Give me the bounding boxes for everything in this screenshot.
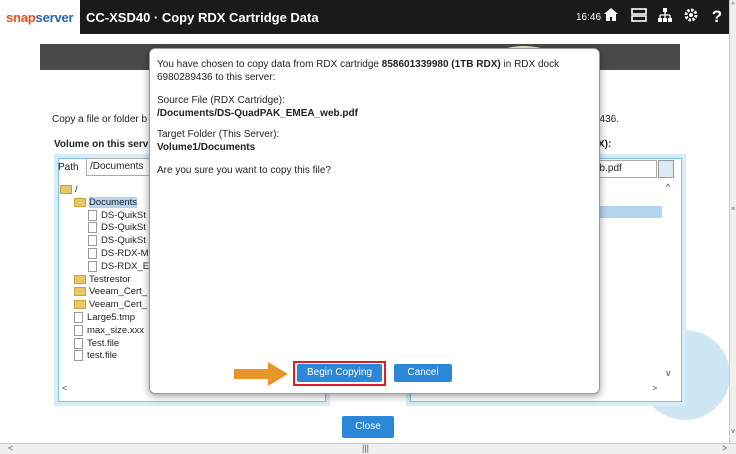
scroll-left-icon[interactable]: < (62, 383, 67, 393)
tree-file[interactable]: DS-RDX-M (60, 248, 149, 261)
rdx-path-input[interactable]: eb.pdf (590, 160, 657, 178)
tree-folder[interactable]: Veeam_Cert_ (60, 286, 149, 299)
selected-row[interactable] (600, 206, 662, 218)
brand-part2: server (35, 10, 74, 25)
file-icon (74, 312, 83, 324)
scroll-grip-icon[interactable]: ≡ (730, 206, 736, 213)
scroll-down-icon[interactable]: v (730, 428, 736, 435)
file-tree[interactable]: / Documents DS-QuikSt DS-QuikSt DS-QuikSt DS-… (60, 184, 149, 363)
tree-folder[interactable]: Veeam_Cert_ (60, 299, 149, 312)
brand-part1: snap (6, 10, 36, 25)
scroll-left-icon[interactable]: < (8, 443, 13, 453)
gear-icon[interactable] (680, 6, 702, 28)
storage-icon[interactable] (628, 6, 650, 28)
page-title: CC-XSD40 · Copy RDX Cartridge Data (86, 10, 319, 25)
intro-text: Copy a file or folder b (52, 114, 148, 125)
tree-item-label: DS-QuikSt (101, 222, 146, 234)
target-label: Target Folder (This Server): (157, 129, 280, 140)
confirm-question: Are you sure you want to copy this file? (157, 165, 331, 176)
cancel-button[interactable]: Cancel (394, 364, 452, 382)
close-button[interactable]: Close (342, 416, 394, 438)
file-icon (88, 235, 97, 247)
dialog-message: You have chosen to copy data from RDX ca… (157, 59, 587, 84)
tree-item-label: DS-QuikSt (101, 235, 146, 247)
source-label: Source File (RDX Cartridge): (157, 95, 285, 106)
vertical-scrollbar[interactable]: ^ ≡ v (729, 0, 736, 448)
source-section: Source File (RDX Cartridge): /Documents/… (157, 95, 587, 120)
file-icon (74, 337, 83, 349)
tree-file[interactable]: Large5.tmp (60, 312, 149, 325)
horizontal-scrollbar[interactable]: < ||| > (0, 443, 736, 454)
scroll-up-icon[interactable]: ^ (666, 182, 670, 192)
volume-right-heading: X): (598, 139, 612, 150)
file-icon (88, 222, 97, 234)
folder-icon (74, 300, 86, 310)
browse-icon[interactable] (658, 160, 674, 178)
clock-time: 16:46 (576, 12, 602, 23)
tree-file[interactable]: DS-QuikSt (60, 222, 149, 235)
tree-file[interactable]: test.file (60, 350, 149, 363)
target-value: Volume1/Documents (157, 141, 256, 153)
source-value: /Documents/DS-QuadPAK_EMEA_web.pdf (157, 107, 358, 119)
file-icon (74, 350, 83, 362)
tree-item-label: Testrestor (89, 273, 131, 285)
tree-item-label: Large5.tmp (87, 312, 136, 324)
file-icon (88, 248, 97, 260)
cartridge-id: 858601339980 (1TB RDX) (381, 59, 501, 70)
target-section: Target Folder (This Server): Volume1/Doc… (157, 129, 587, 154)
tree-item-label: max_size.xxx (87, 324, 145, 336)
tree-file[interactable]: DS-QuikSt (60, 235, 149, 248)
folder-icon (74, 287, 86, 297)
tree-file[interactable]: DS-QuikSt (60, 209, 149, 223)
path-label: Path (58, 162, 79, 173)
tree-file[interactable]: DS-RDX_E (60, 260, 150, 274)
scroll-up-icon[interactable]: ^ (730, 2, 736, 9)
tree-item-label: test.file (87, 350, 118, 362)
tree-item-label: DS-RDX_E (101, 260, 150, 272)
path-input[interactable]: /Documents (86, 158, 155, 176)
network-icon[interactable] (654, 6, 676, 28)
scroll-right-icon[interactable]: > (722, 443, 727, 453)
tree-file[interactable]: Test.file (60, 337, 149, 351)
begin-copying-button[interactable]: Begin Copying (297, 364, 382, 382)
tree-item-label: Test.file (87, 337, 120, 349)
file-icon (88, 209, 97, 221)
tree-item-label: Veeam_Cert_ (89, 286, 148, 298)
brand-logo[interactable]: snapserver (0, 0, 80, 34)
tree-item-label: Documents (89, 196, 138, 208)
tree-folder[interactable]: Documents (60, 196, 149, 210)
scroll-down-icon[interactable]: v (666, 368, 671, 378)
help-icon[interactable]: ? (706, 6, 728, 28)
folder-icon (74, 274, 86, 284)
tree-item-label: DS-RDX-M (101, 248, 149, 260)
volume-left-heading: Volume on this serv (54, 139, 149, 150)
tree-folder[interactable]: / (60, 184, 149, 197)
tree-file[interactable]: max_size.xxx (60, 324, 149, 338)
top-bar: snapserver CC-XSD40 · Copy RDX Cartridge… (0, 0, 730, 34)
folder-icon (74, 197, 86, 207)
folder-icon (60, 184, 72, 194)
file-icon (88, 260, 97, 272)
file-icon (74, 324, 83, 336)
scroll-grip-icon[interactable]: ||| (362, 443, 369, 453)
dialog-message-start: You have chosen to copy data from RDX ca… (157, 59, 382, 70)
tree-item-label: / (75, 184, 78, 195)
home-icon[interactable] (600, 6, 622, 28)
scroll-right-icon[interactable]: > (652, 383, 657, 393)
tree-folder[interactable]: Testrestor (60, 274, 149, 287)
arrow-right-icon (234, 362, 288, 386)
tree-item-label: Veeam_Cert_ (89, 299, 148, 311)
tree-item-label: DS-QuikSt (101, 209, 146, 221)
